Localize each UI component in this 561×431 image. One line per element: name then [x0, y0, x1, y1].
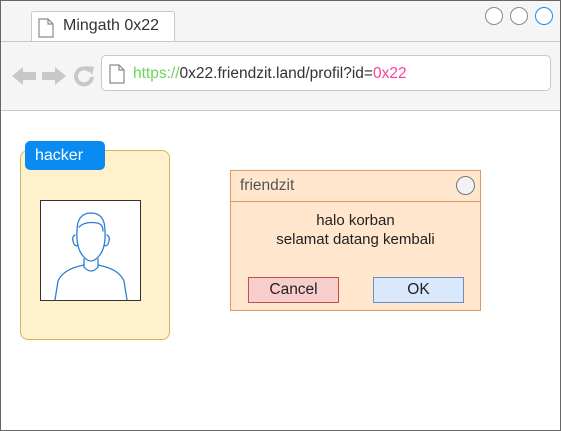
- document-icon: [109, 64, 125, 84]
- maximize-window-button[interactable]: [510, 7, 528, 25]
- dialog-message-line-2: selamat datang kembali: [276, 231, 435, 248]
- tab-title: Mingath 0x22: [63, 17, 160, 34]
- ok-button[interactable]: OK: [373, 277, 464, 303]
- url-param: 0x22: [372, 65, 407, 82]
- dialog-title: friendzit: [240, 177, 295, 194]
- reload-icon[interactable]: [73, 65, 95, 87]
- dialog-close-button[interactable]: [456, 176, 475, 195]
- profile-name-label: hacker: [25, 141, 105, 170]
- minimize-window-button[interactable]: [485, 7, 503, 25]
- close-window-button[interactable]: [535, 7, 553, 25]
- browser-tab[interactable]: Mingath 0x22: [31, 11, 175, 41]
- alert-dialog: friendzit halo korban selamat datang kem…: [230, 170, 481, 311]
- forward-arrow-icon[interactable]: [41, 66, 67, 86]
- dialog-message: halo korban selamat datang kembali: [231, 211, 480, 249]
- dialog-message-line-1: halo korban: [316, 212, 395, 229]
- profile-photo: [40, 200, 141, 301]
- url-scheme: https://: [133, 65, 180, 82]
- navigation-bar: https://0x22.friendzit.land/profil?id=0x…: [1, 42, 560, 111]
- back-arrow-icon[interactable]: [11, 66, 37, 86]
- user-avatar-icon: [54, 212, 128, 301]
- document-icon: [38, 18, 54, 38]
- url-path: 0x22.friendzit.land/profil?id=: [179, 65, 373, 82]
- cancel-button[interactable]: Cancel: [248, 277, 339, 303]
- url-text[interactable]: https://0x22.friendzit.land/profil?id=0x…: [133, 65, 407, 83]
- address-bar[interactable]: https://0x22.friendzit.land/profil?id=0x…: [101, 55, 551, 91]
- title-bar: Mingath 0x22: [1, 1, 560, 42]
- dialog-header: friendzit: [231, 171, 480, 202]
